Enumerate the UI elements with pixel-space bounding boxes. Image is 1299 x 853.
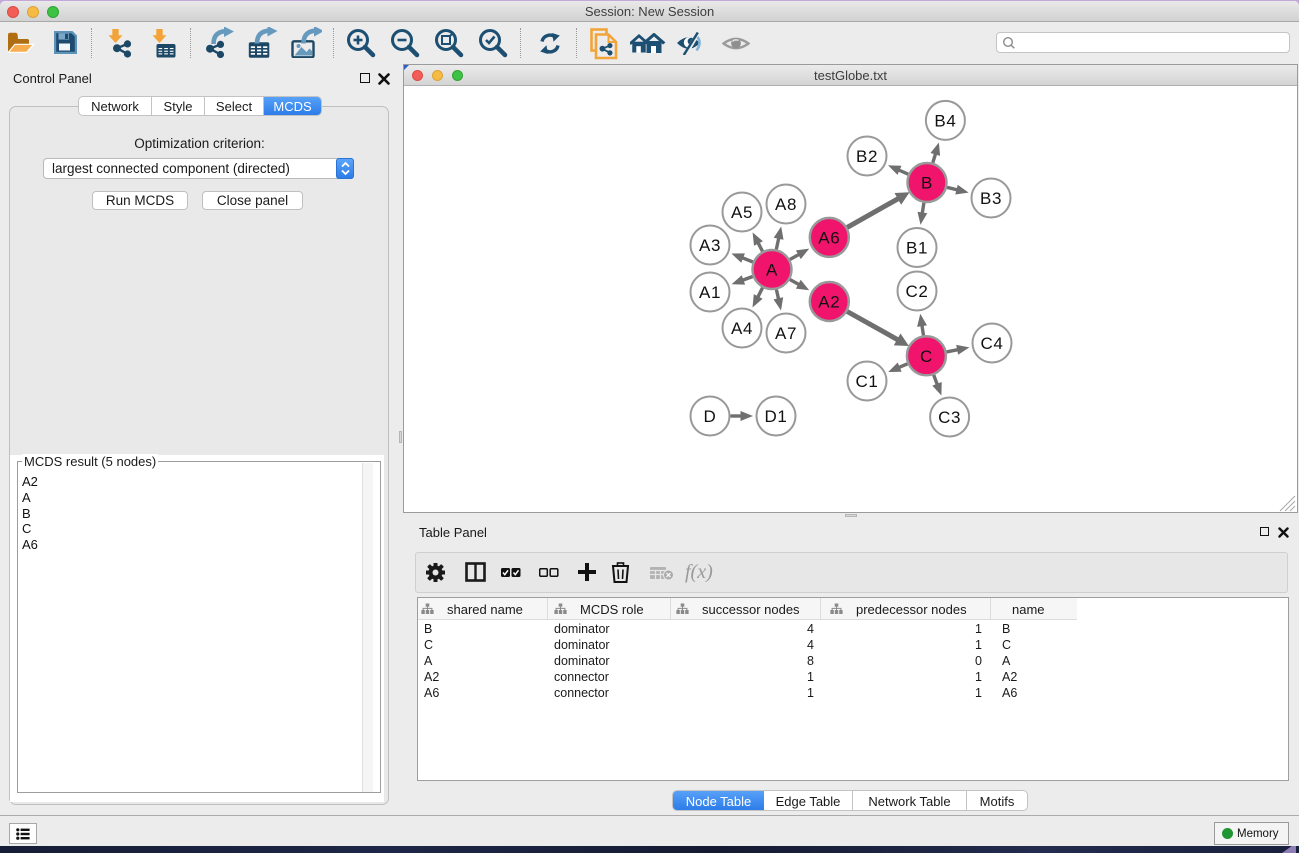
svg-text:C4: C4: [981, 334, 1004, 353]
svg-text:A8: A8: [775, 195, 797, 214]
svg-text:B4: B4: [934, 111, 956, 130]
svg-text:D1: D1: [765, 407, 788, 426]
svg-text:C1: C1: [856, 372, 879, 391]
svg-text:A4: A4: [731, 319, 753, 338]
svg-text:C: C: [920, 347, 933, 366]
svg-text:A5: A5: [731, 203, 753, 222]
svg-text:B: B: [921, 174, 933, 193]
svg-text:C3: C3: [938, 408, 961, 427]
svg-text:B1: B1: [906, 239, 928, 258]
svg-text:B3: B3: [980, 189, 1002, 208]
svg-text:B2: B2: [856, 147, 878, 166]
svg-text:A2: A2: [818, 293, 840, 312]
svg-text:C2: C2: [906, 282, 929, 301]
svg-text:A1: A1: [699, 283, 721, 302]
svg-text:A: A: [766, 261, 778, 280]
svg-text:A3: A3: [699, 236, 721, 255]
svg-text:D: D: [704, 407, 717, 426]
svg-text:A6: A6: [818, 228, 840, 247]
svg-text:A7: A7: [775, 324, 797, 343]
